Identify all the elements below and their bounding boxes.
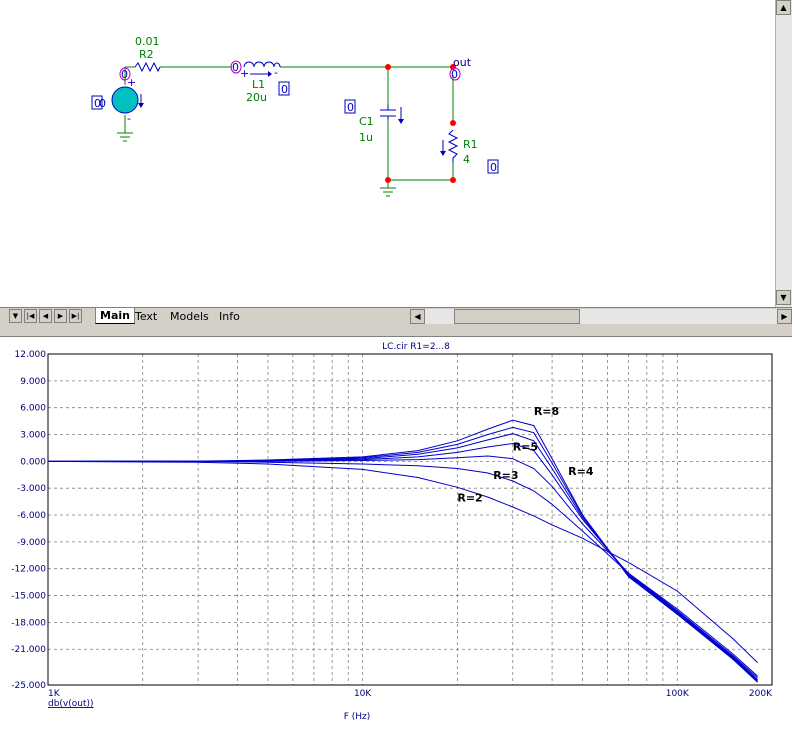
node-markers	[119, 60, 461, 81]
node-voltage-value: 0	[490, 161, 497, 174]
x-tick-label: 100K	[666, 689, 690, 699]
arrow-head-icon	[138, 103, 144, 108]
node-voltage-value: 0	[347, 101, 354, 114]
c1-value: 1u	[359, 131, 373, 144]
voltage-source[interactable]	[111, 86, 139, 114]
series-line-4	[48, 442, 758, 680]
source-label: 0	[99, 97, 106, 110]
pane-divider[interactable]	[0, 325, 792, 337]
node-voltage-boxes	[91, 81, 499, 174]
resistor-r1[interactable]	[447, 129, 459, 163]
series-line-1	[48, 460, 758, 663]
node-out-label: out	[453, 56, 472, 69]
node-zero-label: 0	[451, 68, 458, 81]
series-line-5	[48, 433, 758, 681]
scroll-left-icon[interactable]: ◀	[410, 309, 425, 324]
y-tick-label: -25.000	[11, 681, 46, 691]
inductor-minus-sign: -	[274, 66, 278, 79]
scroll-down-icon[interactable]: ▼	[776, 290, 791, 305]
x-tick-label: 200K	[749, 689, 773, 699]
curve-annotation: R=4	[568, 465, 594, 478]
x-tick-label: 10K	[354, 689, 372, 699]
resistor-r2[interactable]	[134, 61, 161, 73]
next-page-icon[interactable]: ▶	[54, 309, 67, 323]
arrow-head-icon	[440, 151, 446, 156]
series-line-3	[48, 455, 758, 679]
y-tick-label: -9.000	[17, 538, 46, 548]
y-tick-label: 6.000	[20, 404, 46, 414]
ground-symbols	[117, 132, 396, 197]
y-tick-label: -15.000	[11, 592, 46, 602]
curve-annotation: R=5	[513, 441, 538, 454]
arrow-head-icon	[398, 119, 404, 124]
prev-page-icon[interactable]: ◀	[39, 309, 52, 323]
inductor-plus-sign: +	[240, 67, 249, 80]
horizontal-scrollbar[interactable]: ◀ ▶	[410, 309, 792, 324]
first-page-icon[interactable]: |◀	[24, 309, 37, 323]
plot-title: LC.cir R1=2...8	[382, 342, 450, 352]
r2-value: 0.01	[135, 35, 160, 48]
y-tick-label: -3.000	[17, 484, 46, 494]
x-axis-label: F (Hz)	[344, 712, 371, 722]
capacitor-c1[interactable]	[380, 105, 396, 120]
tab-text[interactable]: Text	[131, 308, 161, 324]
x-tick-label: 1K	[48, 689, 61, 699]
curve-annotation: R=2	[457, 492, 482, 505]
y-axis-label[interactable]: db(v(out))	[48, 699, 94, 709]
tab-models[interactable]: Models	[166, 308, 213, 324]
arrow-head-icon	[268, 71, 272, 77]
y-tick-label: 3.000	[20, 431, 46, 441]
vertical-scrollbar[interactable]: ▲ ▼	[775, 0, 792, 307]
scroll-up-icon[interactable]: ▲	[776, 0, 791, 15]
schematic-canvas[interactable]: 0 0 0 0 0 0 0 0 + - + - 0.01 R2 L1 20u C…	[0, 0, 775, 307]
source-minus-sign: -	[127, 112, 131, 125]
scroll-menu-icon[interactable]: ▼	[9, 309, 22, 323]
bode-plot: LC.cir R1=2...8 F (Hz) db(v(out)) 12.000…	[11, 342, 773, 722]
c1-ref: C1	[359, 115, 374, 128]
scroll-thumb[interactable]	[454, 309, 580, 324]
node-zero-label: 0	[232, 61, 239, 74]
wires	[124, 66, 456, 188]
curve-annotation: R=8	[534, 405, 559, 418]
node-dots	[385, 64, 456, 183]
last-page-icon[interactable]: ▶|	[69, 309, 82, 323]
tab-info[interactable]: Info	[215, 308, 244, 324]
y-tick-label: -6.000	[17, 511, 46, 521]
tab-bar: ▼ |◀ ◀ ▶ ▶| Main Text Models Info ◀ ▶	[0, 307, 792, 325]
r2-ref: R2	[139, 48, 154, 61]
r1-value: 4	[463, 153, 470, 166]
plot-frame	[47, 353, 773, 686]
l1-ref: L1	[252, 78, 265, 91]
tab-main[interactable]: Main	[95, 308, 135, 324]
r1-ref: R1	[463, 138, 478, 151]
source-plus-sign: +	[127, 76, 136, 89]
l1-value: 20u	[246, 91, 267, 104]
schematic-editor[interactable]: 0 0 0 0 0 0 0 0 + - + - 0.01 R2 L1 20u C…	[0, 0, 792, 307]
scroll-right-icon[interactable]: ▶	[777, 309, 792, 324]
y-tick-label: -18.000	[11, 618, 46, 628]
curve-annotation: R=3	[493, 469, 518, 482]
grid	[47, 353, 773, 686]
y-tick-label: 0.000	[20, 457, 46, 467]
analysis-plot-pane: LC.cir R1=2...8 F (Hz) db(v(out)) 12.000…	[0, 337, 792, 730]
node-voltage-value: 0	[281, 83, 288, 96]
y-tick-label: 9.000	[20, 377, 46, 387]
y-tick-label: 12.000	[15, 350, 47, 360]
y-tick-label: -21.000	[11, 645, 46, 655]
y-tick-label: -12.000	[11, 565, 46, 575]
